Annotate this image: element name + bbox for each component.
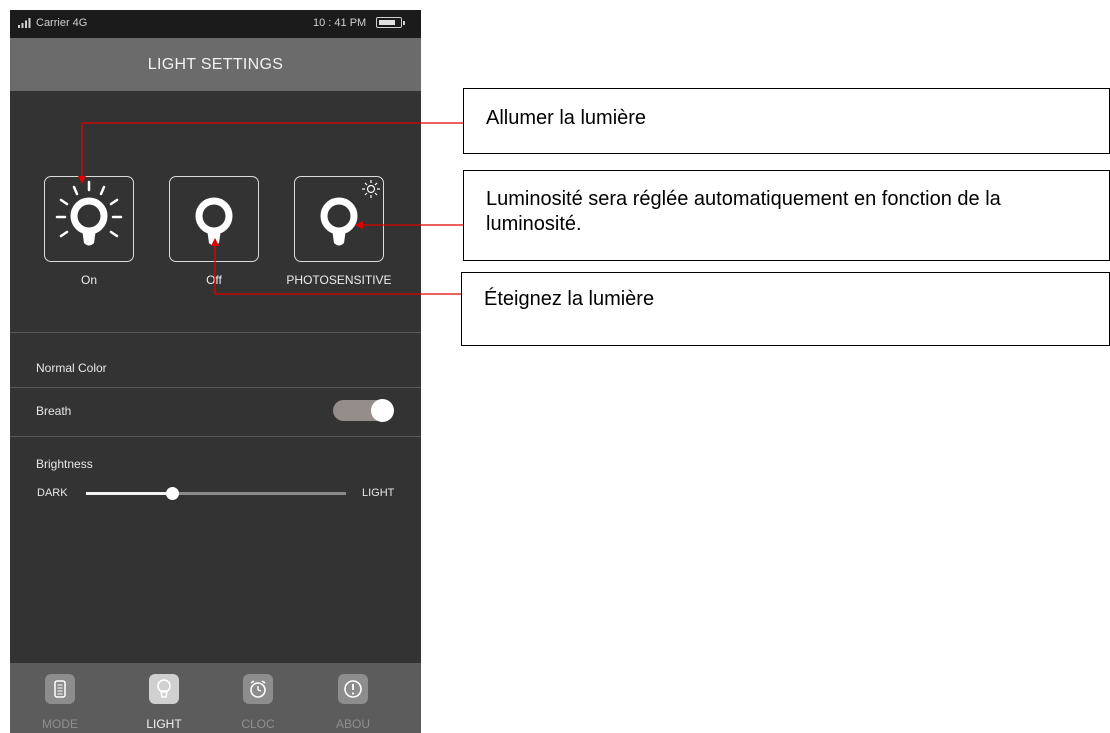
arrow-to-on [78,122,463,184]
arrow-to-off [211,238,461,295]
annotation-arrows [78,122,463,295]
